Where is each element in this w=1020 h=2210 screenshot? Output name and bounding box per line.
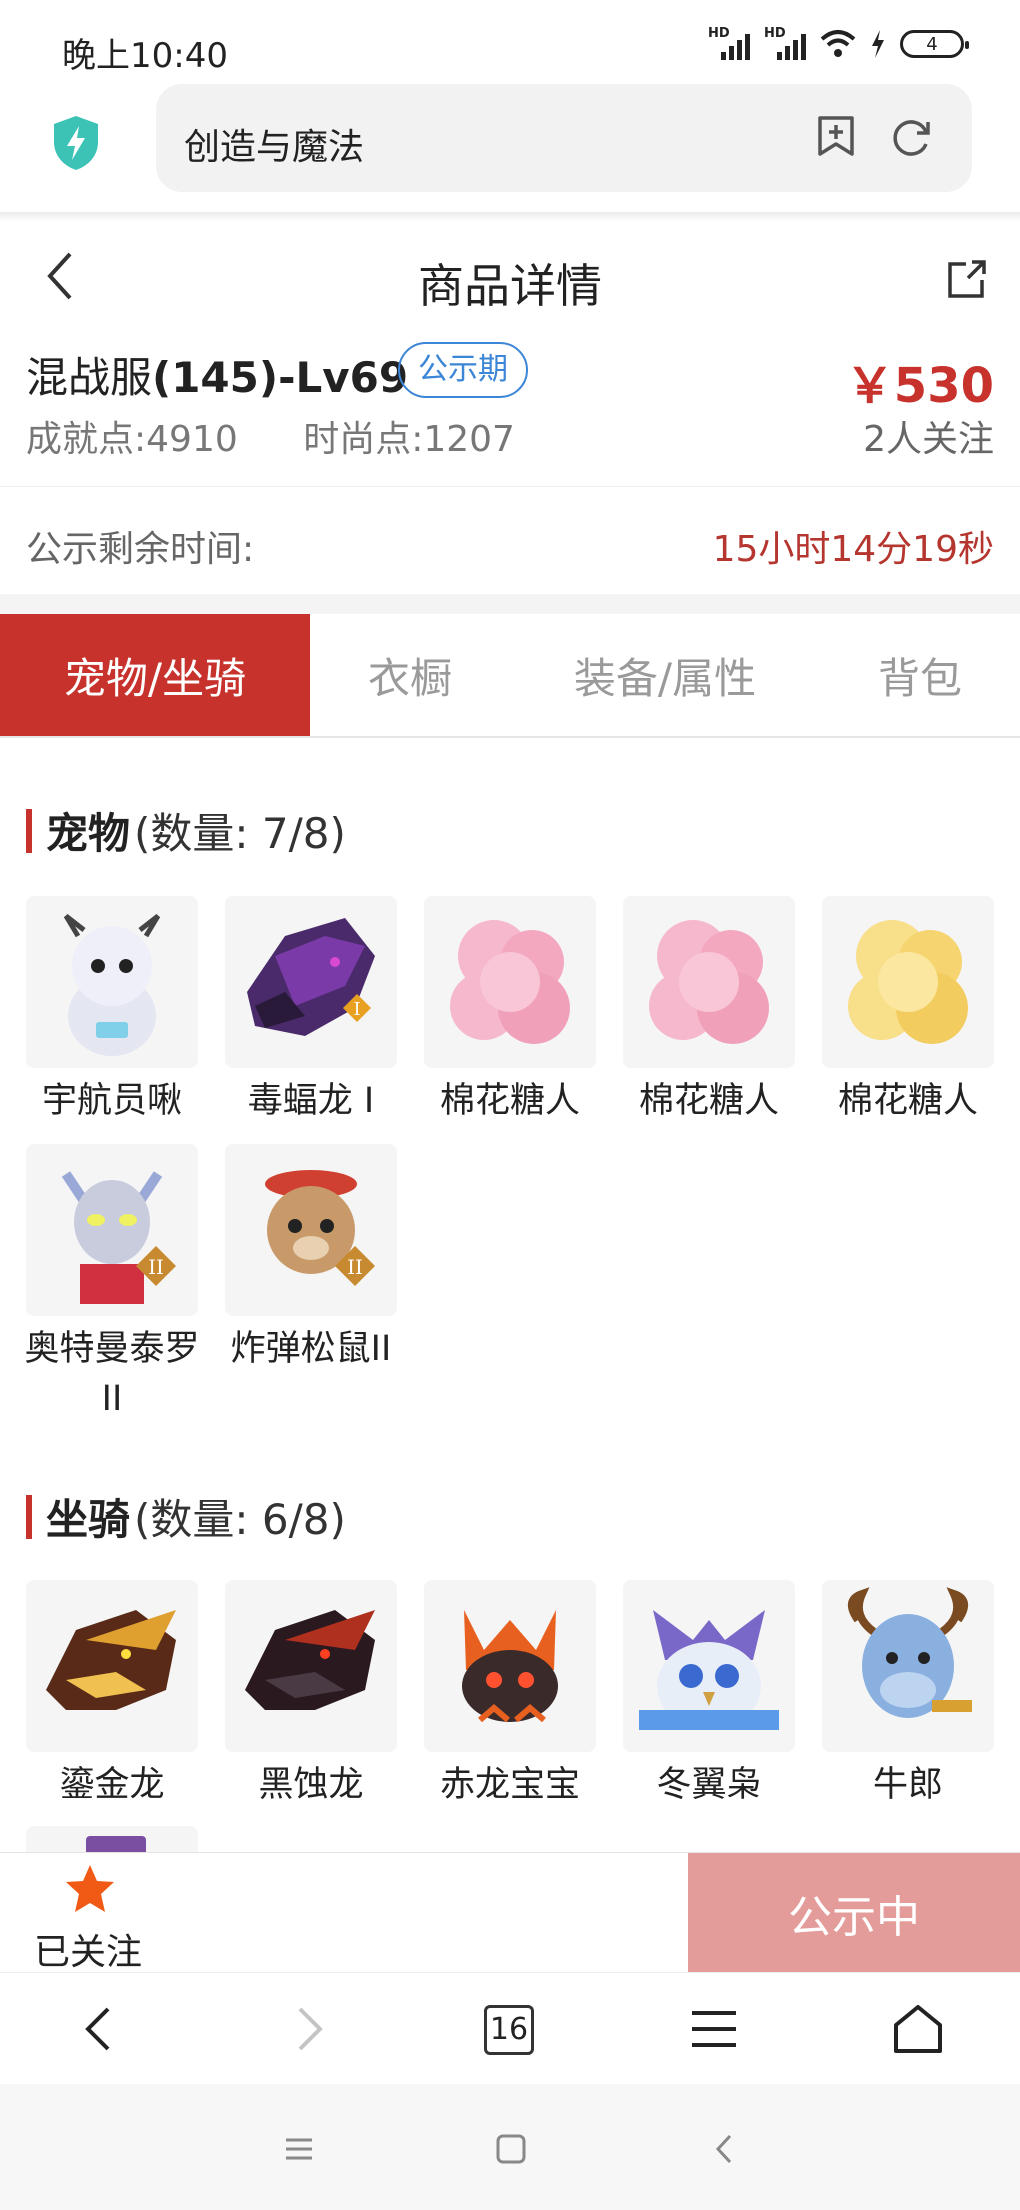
status-badge: 公示期	[398, 342, 528, 398]
bomb-squirrel-icon: II	[225, 1144, 397, 1316]
countdown-row: 公示剩余时间: 15小时14分19秒	[0, 488, 1020, 594]
pet-item[interactable]: 棉花糖人	[623, 896, 795, 1126]
ultraman-icon: II	[26, 1144, 198, 1316]
follow-button[interactable]: 已关注	[0, 1853, 180, 1973]
share-icon[interactable]	[946, 258, 988, 300]
svg-text:II: II	[347, 1255, 363, 1279]
page-header: 商品详情	[0, 222, 1020, 332]
pet-name: 棉花糖人	[837, 1081, 978, 1121]
status-icons: HD HD 4	[708, 26, 969, 60]
tab-pets-mounts[interactable]: 宠物/坐骑	[0, 614, 310, 736]
follower-count: 2人关注	[863, 419, 994, 460]
black-dragon-icon	[225, 1580, 397, 1752]
countdown-label: 公示剩余时间:	[26, 529, 255, 570]
security-shield-icon[interactable]	[50, 114, 102, 172]
charging-icon	[872, 30, 884, 58]
poison-bat-dragon-icon: I	[225, 896, 397, 1068]
tab-count-icon[interactable]: 16	[484, 2005, 534, 2055]
address-bar[interactable]: 创造与魔法	[156, 84, 972, 192]
system-back-icon[interactable]	[708, 2132, 742, 2166]
mount-item[interactable]: 黑蚀龙	[225, 1580, 397, 1810]
tab-wardrobe[interactable]: 衣橱	[310, 614, 510, 736]
mount-item[interactable]: 赤龙宝宝	[424, 1580, 596, 1810]
mount-name: 黑蚀龙	[258, 1765, 364, 1805]
bookmark-add-icon[interactable]	[816, 114, 856, 158]
pet-name: 宇航员啾	[41, 1081, 182, 1121]
achievement-points: 成就点:4910	[26, 419, 238, 460]
pets-section-title: 宠物 (数量: 7/8)	[26, 800, 346, 861]
publicity-status-button[interactable]: 公示中	[688, 1853, 1020, 1973]
action-bar: 已关注 公示中	[0, 1852, 1020, 1973]
status-time: 晚上10:40	[62, 36, 228, 76]
battery-icon: 4	[900, 30, 969, 58]
browser-bar: 创造与魔法	[0, 78, 1020, 212]
marshmallow-pink-icon	[424, 896, 596, 1068]
price: ￥530	[845, 358, 994, 414]
product-stats: 成就点:4910 时尚点:1207	[26, 410, 569, 462]
pet-item[interactable]: 棉花糖人	[822, 896, 994, 1126]
pet-item[interactable]: II 奥特曼泰罗II	[24, 1144, 200, 1424]
pets-grid: 宇航员啾 I 毒蝠龙 I 棉花糖人 棉花糖人 棉花糖人 II 奥特曼泰罗II I…	[24, 896, 994, 1424]
winter-owl-icon	[623, 1580, 795, 1752]
mounts-grid: 鎏金龙 黑蚀龙 赤龙宝宝 冬翼枭 牛郎	[26, 1580, 994, 1810]
browser-nav-bar: 16	[0, 1972, 1020, 2084]
pet-name: 棉花糖人	[638, 1081, 779, 1121]
pet-item[interactable]: I 毒蝠龙 I	[225, 896, 397, 1126]
tab-bar: 宠物/坐骑 衣橱 装备/属性 背包	[0, 614, 1020, 738]
signal-icon: HD	[764, 26, 806, 60]
mount-item[interactable]: 牛郎	[822, 1580, 994, 1810]
server-level: 混战服(145)-Lv69	[26, 353, 409, 402]
home-button-icon[interactable]	[494, 2132, 528, 2166]
marshmallow-pink-icon	[623, 896, 795, 1068]
mount-item[interactable]: 鎏金龙	[26, 1580, 198, 1810]
status-bar: 晚上10:40 HD HD 4	[0, 0, 1020, 78]
gold-dragon-icon	[26, 1580, 198, 1752]
signal-icon: HD	[708, 26, 750, 60]
mount-item[interactable]: 冬翼枭	[623, 1580, 795, 1810]
browser-divider	[0, 212, 1020, 222]
svg-text:I: I	[353, 999, 360, 1020]
astronaut-pet-icon	[26, 896, 198, 1068]
mounts-section-title: 坐骑 (数量: 6/8)	[26, 1486, 346, 1547]
section-gap	[0, 594, 1020, 614]
red-baby-dragon-icon	[424, 1580, 596, 1752]
mount-name: 冬翼枭	[656, 1765, 762, 1805]
system-nav-bar	[0, 2084, 1020, 2210]
pet-item[interactable]: II 炸弹松鼠II	[225, 1144, 397, 1424]
pet-name: 毒蝠龙 I	[247, 1081, 375, 1121]
product-info: 混战服(145)-Lv69 公示期 ￥530 成就点:4910 时尚点:1207…	[0, 332, 1020, 487]
svg-text:II: II	[148, 1255, 164, 1279]
home-icon[interactable]	[892, 2003, 944, 2055]
follow-label: 已关注	[34, 1932, 143, 1973]
star-icon	[66, 1865, 114, 1912]
tab-backpack[interactable]: 背包	[820, 614, 1020, 736]
page-title: 商品详情	[418, 259, 602, 313]
pet-item[interactable]: 宇航员啾	[26, 896, 198, 1126]
back-icon[interactable]	[74, 2003, 126, 2055]
countdown-value: 15小时14分19秒	[712, 529, 994, 570]
fashion-points: 时尚点:1207	[303, 419, 515, 460]
tab-equipment[interactable]: 装备/属性	[510, 614, 820, 736]
recent-apps-icon[interactable]	[282, 2132, 316, 2166]
menu-icon[interactable]	[688, 2003, 740, 2055]
refresh-icon[interactable]	[890, 116, 932, 158]
pet-name: 炸弹松鼠II	[230, 1329, 392, 1369]
pet-name: 奥特曼泰罗II	[24, 1329, 200, 1419]
mount-name: 牛郎	[872, 1765, 943, 1805]
pet-item[interactable]: 棉花糖人	[424, 896, 596, 1126]
mount-name: 赤龙宝宝	[439, 1765, 580, 1805]
mount-name: 鎏金龙	[59, 1765, 165, 1805]
cowherd-icon	[822, 1580, 994, 1752]
wifi-icon	[820, 30, 856, 57]
address-bar-title: 创造与魔法	[184, 127, 365, 168]
pet-name: 棉花糖人	[439, 1081, 580, 1121]
marshmallow-yellow-icon	[822, 896, 994, 1068]
forward-icon[interactable]	[282, 2003, 334, 2055]
